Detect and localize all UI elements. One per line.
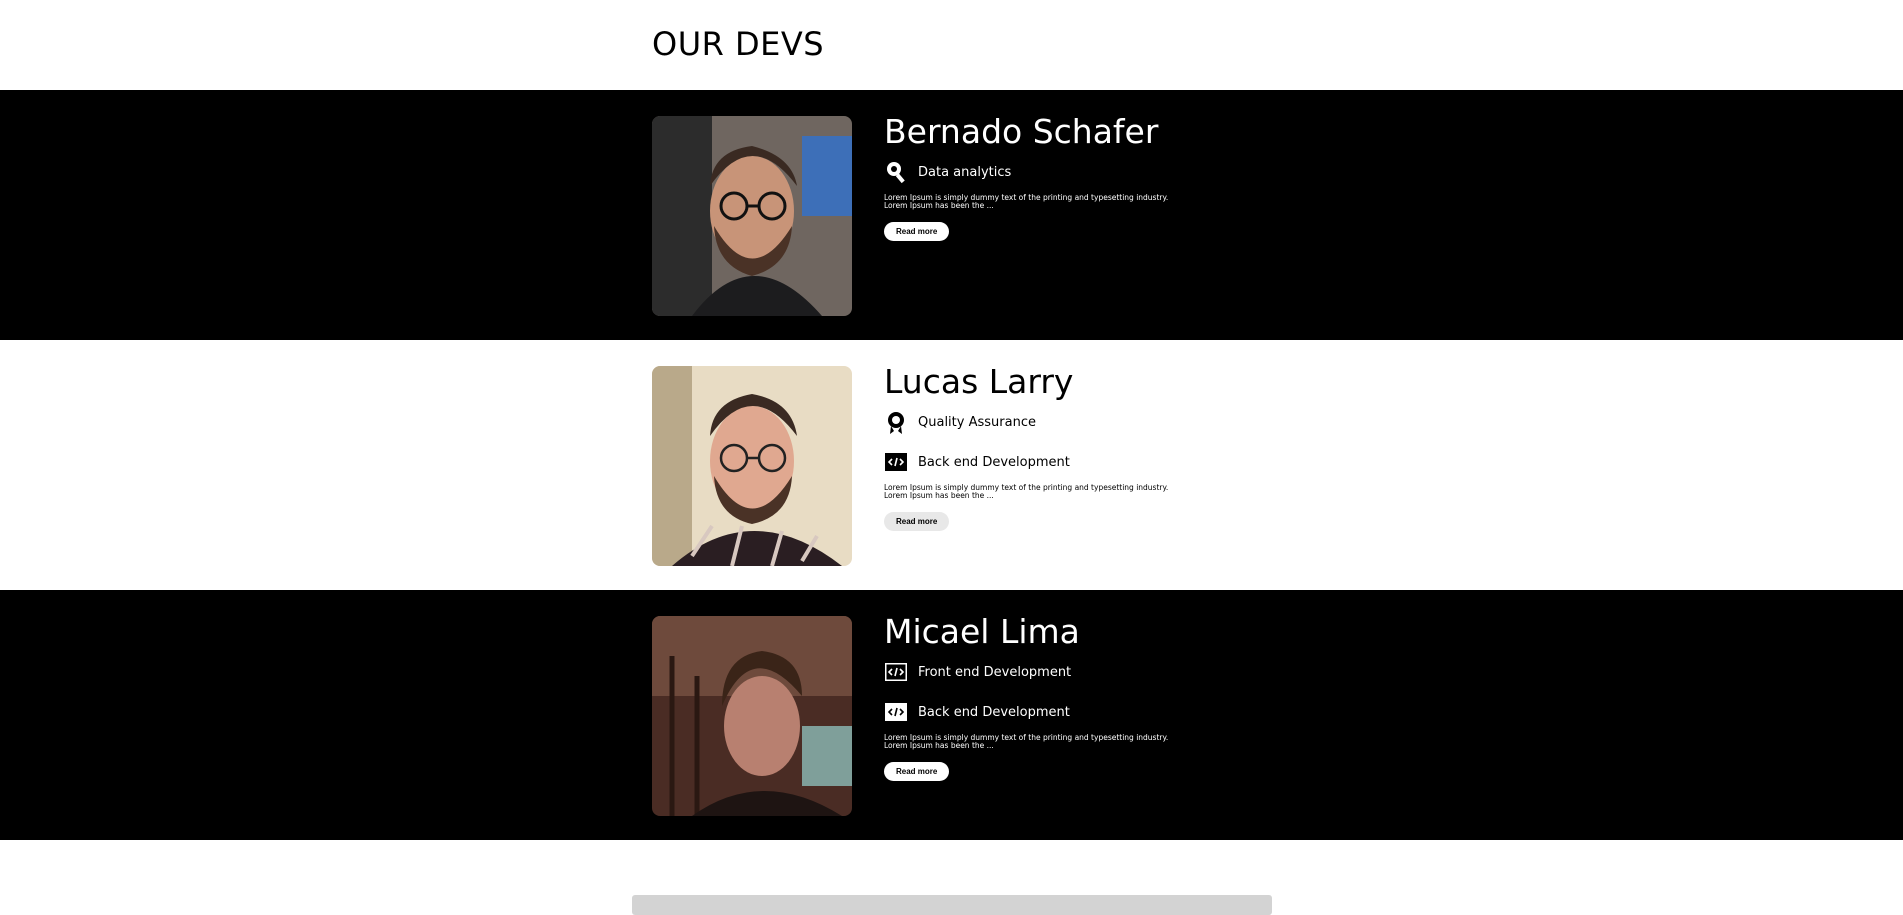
read-more-button[interactable]: Read more bbox=[884, 762, 950, 781]
code-icon bbox=[884, 660, 908, 684]
dev-name: Bernado Schafer bbox=[884, 112, 1159, 151]
skill-item: Data analytics bbox=[884, 160, 1304, 184]
skill-item: Back end Development bbox=[884, 450, 1304, 474]
data-analytics-icon bbox=[884, 160, 908, 184]
dev-photo bbox=[652, 366, 852, 566]
dev-description: Lorem Ipsum is simply dummy text of the … bbox=[884, 733, 1169, 750]
code-icon bbox=[884, 700, 908, 724]
footer-bar bbox=[632, 895, 1272, 915]
dev-photo bbox=[652, 616, 852, 816]
skill-label: Front end Development bbox=[918, 664, 1072, 680]
dev-name: Micael Lima bbox=[884, 612, 1080, 651]
page-title: OUR DEVS bbox=[652, 25, 825, 63]
dev-photo bbox=[652, 116, 852, 316]
skill-label: Data analytics bbox=[918, 164, 1012, 180]
skill-label: Back end Development bbox=[918, 454, 1070, 470]
read-more-button[interactable]: Read more bbox=[884, 512, 950, 531]
dev-card-micael: Micael Lima Front end Development Back e… bbox=[0, 590, 1903, 840]
code-icon bbox=[884, 450, 908, 474]
dev-card-lucas: Lucas Larry Quality Assurance Back end D… bbox=[0, 340, 1903, 590]
skill-label: Quality Assurance bbox=[918, 414, 1036, 430]
read-more-button[interactable]: Read more bbox=[884, 222, 950, 241]
skill-label: Back end Development bbox=[918, 704, 1070, 720]
skill-item: Front end Development bbox=[884, 660, 1304, 684]
dev-card-bernado: Bernado Schafer Data analytics Lorem Ips… bbox=[0, 90, 1903, 340]
dev-description: Lorem Ipsum is simply dummy text of the … bbox=[884, 193, 1169, 210]
dev-name: Lucas Larry bbox=[884, 362, 1074, 401]
skill-item: Back end Development bbox=[884, 700, 1304, 724]
dev-description: Lorem Ipsum is simply dummy text of the … bbox=[884, 483, 1169, 500]
award-icon bbox=[884, 410, 908, 434]
skill-item: Quality Assurance bbox=[884, 410, 1304, 434]
